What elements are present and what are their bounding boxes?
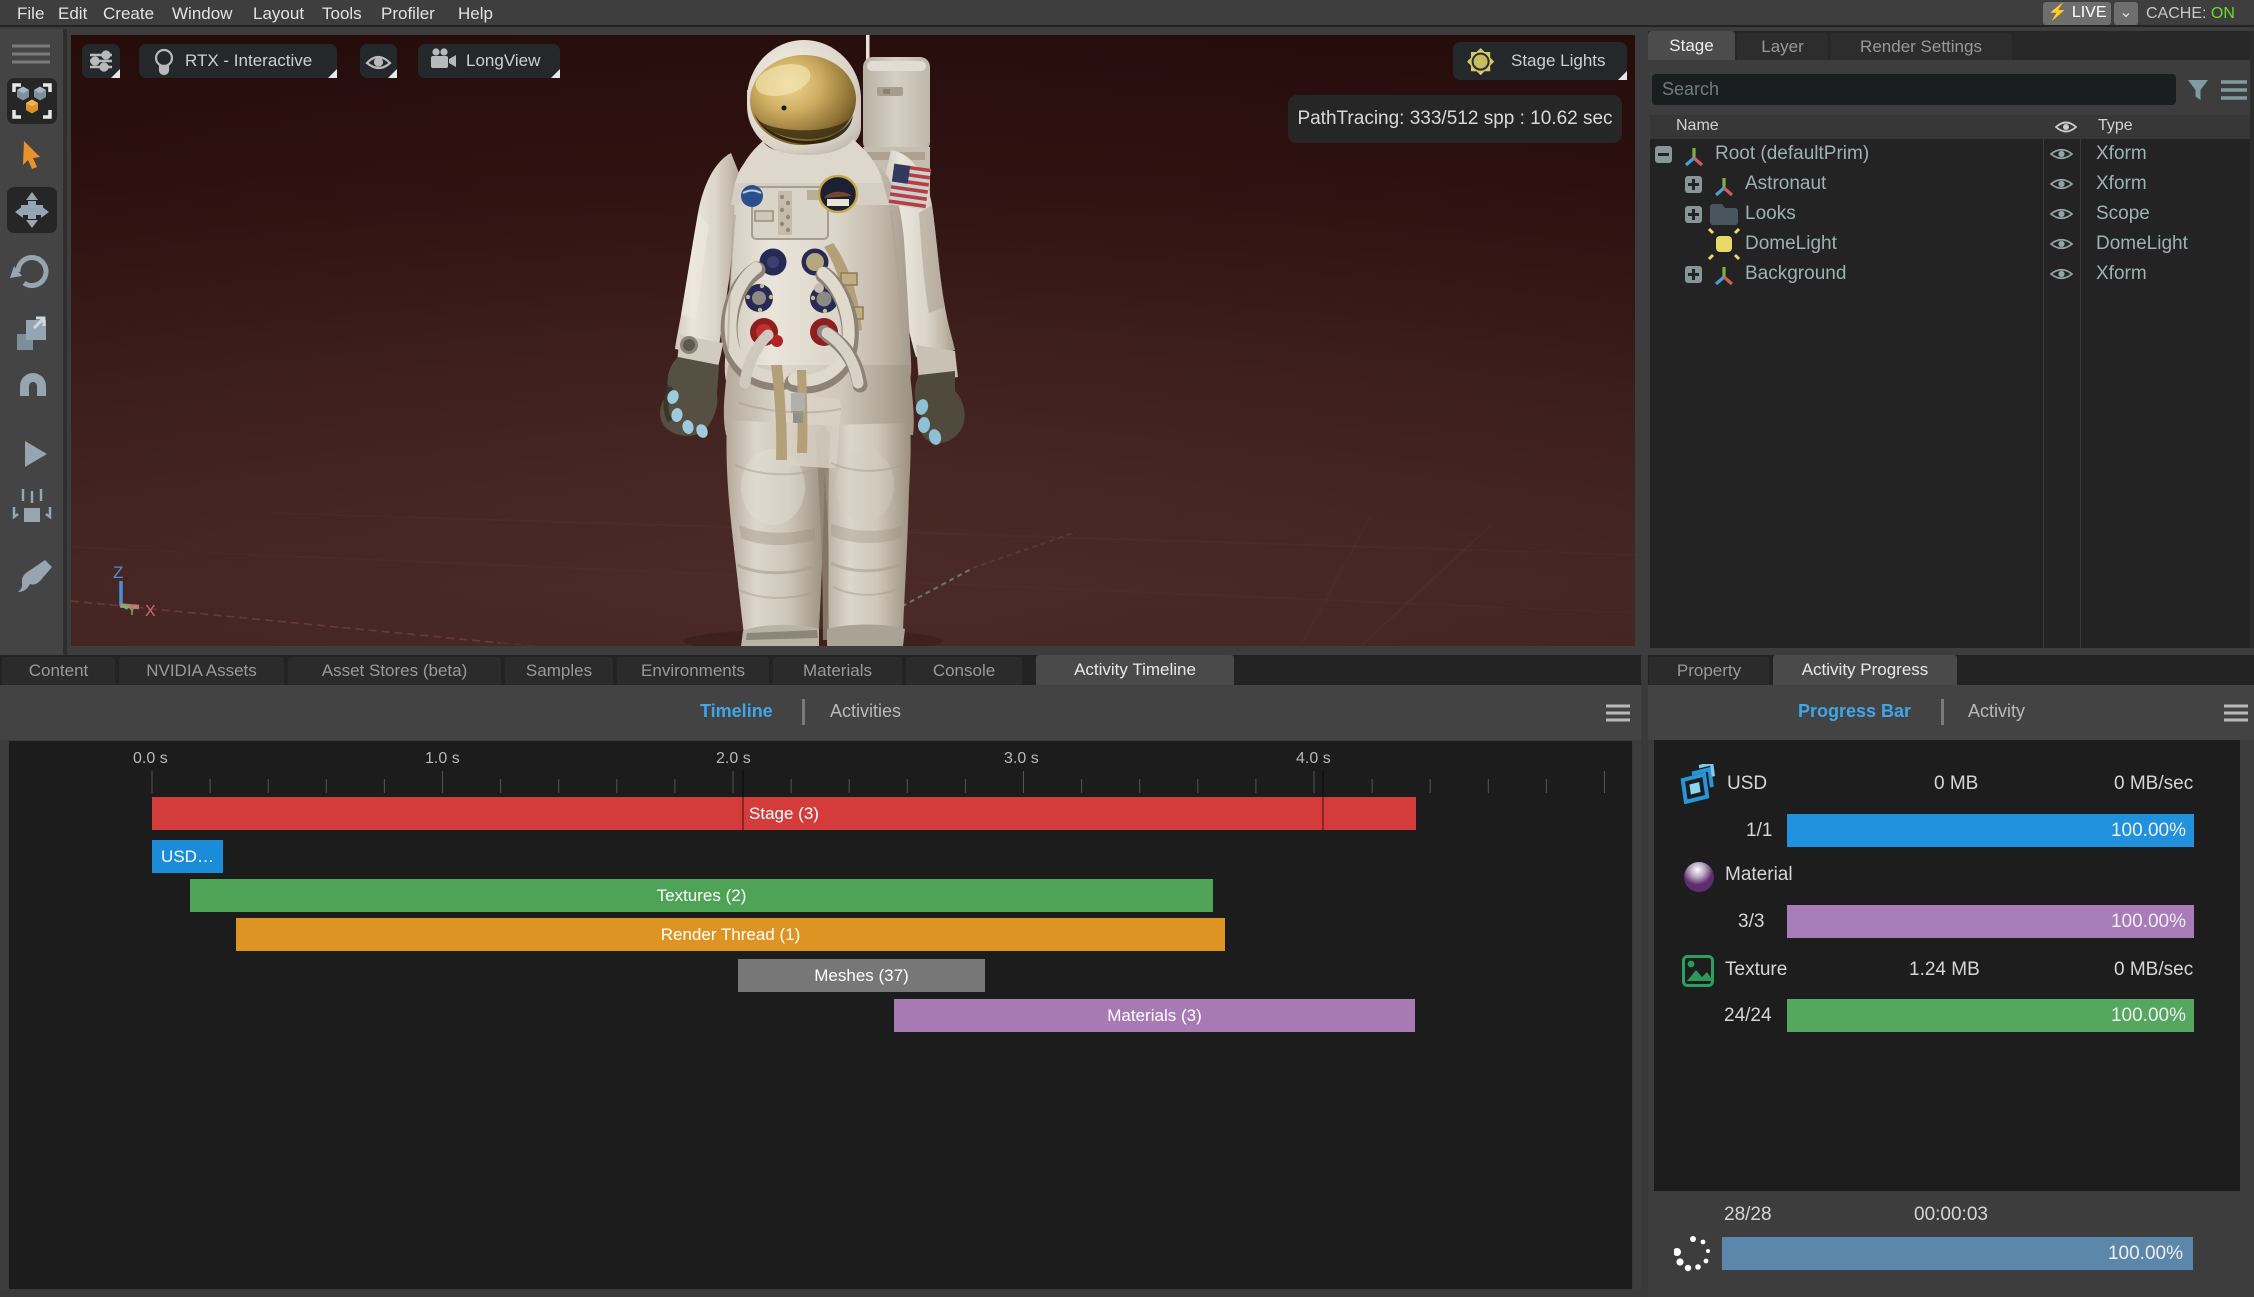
- svg-text:1.0 s: 1.0 s: [425, 750, 460, 767]
- svg-text:0.0 s: 0.0 s: [133, 750, 168, 767]
- svg-text:3.0 s: 3.0 s: [1004, 750, 1039, 767]
- svg-text:4.0 s: 4.0 s: [1296, 750, 1331, 767]
- svg-text:Y: Y: [127, 602, 137, 619]
- svg-text:X: X: [145, 603, 156, 620]
- svg-text:Z: Z: [113, 563, 123, 582]
- svg-text:2.0 s: 2.0 s: [716, 750, 751, 767]
